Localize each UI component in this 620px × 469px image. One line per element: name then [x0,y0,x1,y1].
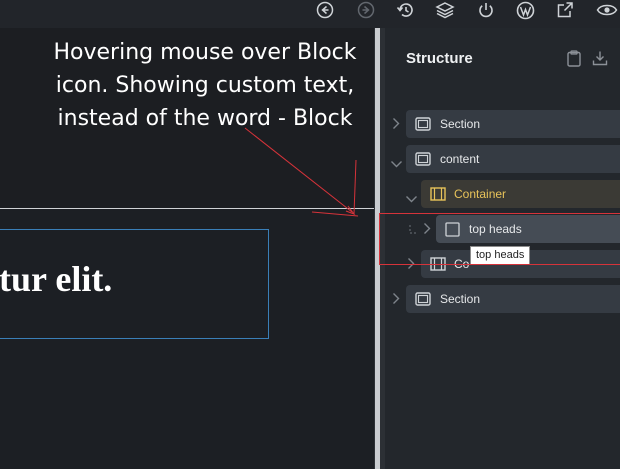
top-toolbar [0,0,620,28]
download-icon[interactable] [592,50,608,71]
section-icon [415,152,431,171]
external-link-icon[interactable] [554,0,576,20]
structure-item-content[interactable]: content [406,145,620,173]
section-icon [415,117,431,136]
wordpress-icon[interactable] [514,0,536,20]
page-heading: tur elit. [0,259,113,299]
section-divider [0,208,374,209]
collapse-caret-icon[interactable] [390,155,403,173]
power-icon[interactable] [475,0,497,20]
structure-item-label: Section [440,292,481,306]
annotation-text: Hovering mouse over Block icon. Showing … [53,40,357,131]
annotation-highlight-box [379,213,620,265]
structure-item-section[interactable]: Section [406,285,620,313]
structure-item-label: Section [440,117,481,131]
annotation-area: Hovering mouse over Block icon. Showing … [0,28,374,208]
builder-canvas: Hovering mouse over Block icon. Showing … [0,28,374,469]
expand-caret-icon[interactable] [392,117,400,135]
collapse-caret-icon[interactable] [405,190,418,208]
structure-item-label: content [440,152,480,166]
container-icon [430,187,446,206]
structure-item-label: Container [454,187,507,201]
layers-icon[interactable] [434,0,456,20]
structure-item-section[interactable]: Section [406,110,620,138]
structure-title: Structure [406,50,473,67]
forward-circle-icon[interactable] [355,0,377,20]
section-icon [415,292,431,311]
expand-caret-icon[interactable] [392,292,400,310]
heading-block[interactable]: tur elit. [0,229,269,339]
structure-item-container[interactable]: Container [421,180,620,208]
clipboard-icon[interactable] [567,50,581,72]
history-icon[interactable] [394,0,416,20]
preview-eye-icon[interactable] [594,0,620,20]
back-circle-icon[interactable] [314,0,336,20]
